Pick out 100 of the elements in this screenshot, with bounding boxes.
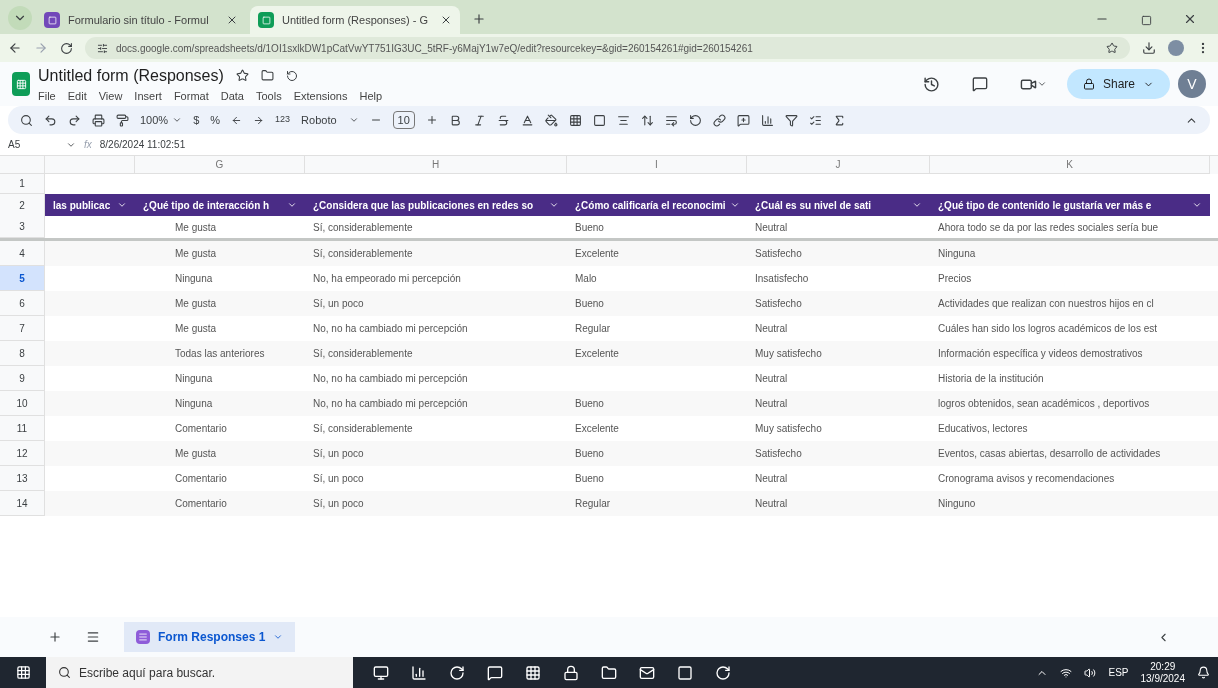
menu-item[interactable]: File [38, 87, 56, 105]
menu-item[interactable]: Tools [255, 87, 282, 105]
table-cell-text: Comentario [175, 497, 227, 511]
menu-item[interactable]: Insert [134, 87, 162, 105]
row-number[interactable]: 7 [19, 320, 25, 336]
table-cell-text: Educativos, lectores [938, 422, 1028, 436]
table-cell-text: Me gusta [175, 220, 217, 235]
table-cell-text: No, ha empeorado mi percepción [313, 272, 461, 286]
percent-format[interactable]: % [210, 111, 221, 129]
table-cell-text: Neutral [755, 220, 788, 235]
table-cell-text: Comentario [175, 422, 227, 436]
menu-item[interactable]: Edit [67, 87, 87, 105]
table-cell-text: No, no ha cambiado mi percepción [313, 322, 468, 336]
table-cell-text: Bueno [575, 297, 604, 311]
row-number[interactable]: 2 [19, 197, 25, 213]
header-cell[interactable]: ¿Cómo calificaría el reconocimi [567, 194, 747, 216]
table-cell-text: Bueno [575, 472, 604, 486]
table-cell-text: Todas las anteriores [175, 347, 265, 361]
header-cell[interactable]: ¿Considera que las publicaciones en redes so [305, 194, 567, 216]
row-number[interactable]: 3 [19, 219, 25, 234]
menu-item[interactable]: View [98, 87, 123, 105]
table-cell-text: Satisfecho [755, 447, 802, 461]
browser-tab[interactable]: Untitled form (Responses) - G [250, 6, 460, 34]
table-cell-text: Malo [575, 272, 597, 286]
row-number[interactable]: 1 [19, 176, 25, 191]
currency-format[interactable]: $ [193, 111, 200, 129]
table-cell-text: Historia de la institución [938, 372, 1044, 386]
table-cell-text: Comentario [175, 472, 227, 486]
table-cell-text: Muy satisfecho [755, 347, 822, 361]
table-cell-text: Ahora todo se da por las redes sociales sería bue [938, 220, 1159, 235]
column-header[interactable]: I [655, 157, 658, 172]
number-format[interactable]: 123 [275, 113, 291, 127]
row-number[interactable]: 9 [19, 370, 25, 386]
zoom-select[interactable]: 100% [140, 111, 183, 129]
column-header[interactable]: G [215, 157, 224, 172]
menu-item[interactable]: Data [220, 87, 244, 105]
table-cell-text: No, no ha cambiado mi percepción [313, 397, 468, 411]
table-cell-text: Sí, un poco [313, 472, 364, 486]
table-cell-text: Muy satisfecho [755, 422, 822, 436]
row-number[interactable]: 8 [19, 345, 25, 361]
row-number[interactable]: 14 [16, 495, 28, 511]
fx-label: fx [84, 138, 92, 152]
header-cell[interactable]: las publicac [45, 194, 135, 216]
browser-tab[interactable]: Formulario sin título - Formul [36, 6, 246, 34]
avatar[interactable]: V [1178, 70, 1206, 98]
table-cell-text: Me gusta [175, 297, 217, 311]
table-cell-text: Bueno [575, 397, 604, 411]
table-cell-text: Eventos, casas abiertas, desarrollo de actividades [938, 447, 1161, 461]
font-select[interactable]: Roboto [301, 111, 359, 129]
row-number[interactable]: 4 [19, 245, 25, 261]
row-number[interactable]: 13 [16, 470, 28, 486]
formula-value[interactable]: 8/26/2024 11:02:51 [99, 137, 186, 152]
table-cell-text: Satisfecho [755, 297, 802, 311]
table-cell-text: Excelente [575, 422, 619, 436]
tab-title: Formulario sin título - Formul [68, 12, 210, 28]
table-cell-text: Insatisfecho [755, 272, 809, 286]
column-header[interactable]: K [1066, 157, 1073, 172]
table-cell-text: Neutral [755, 397, 788, 411]
table-cell-text: Sí, un poco [313, 447, 364, 461]
table-cell-text: Me gusta [175, 322, 217, 336]
share-button[interactable]: Share [1066, 69, 1170, 99]
clock-time[interactable]: 20:29 [1150, 660, 1176, 673]
address-bar[interactable]: docs.google.com/spreadsheets/d/1OI1sxlkDW1pCatVwYT751IG3UC_5tRF-y6MajY1w7eQ/edit?resourcekey=&gid=260154261#gid=260154261 [85, 37, 1130, 59]
tab-title: Untitled form (Responses) - G [282, 12, 430, 28]
table-cell-text: Ninguna [175, 272, 213, 286]
table-cell-text: Regular [575, 322, 611, 336]
table-cell-text: Excelente [575, 247, 619, 261]
row-number[interactable]: 12 [16, 445, 28, 461]
table-cell-text: Excelente [575, 347, 619, 361]
table-cell-text: Ninguna [175, 397, 213, 411]
column-header[interactable]: J [835, 157, 841, 172]
taskbar-search-field[interactable]: Escribe aquí para buscar. [46, 657, 353, 688]
language-indicator[interactable]: ESP [1108, 665, 1129, 680]
table-cell-text: Ninguna [175, 372, 213, 386]
table-cell-text: Sí, un poco [313, 497, 364, 511]
header-cell[interactable]: ¿Cuál es su nivel de sati [747, 194, 930, 216]
clock-date[interactable]: 13/9/2024 [1140, 672, 1185, 685]
search-placeholder: Escribe aquí para buscar. [79, 664, 216, 682]
header-cell[interactable]: ¿Qué tipo de interacción h [135, 194, 305, 216]
table-cell-text: Actividades que realizan con nuestros hijos en cl [938, 297, 1154, 311]
row-number[interactable]: 5 [19, 270, 25, 286]
font-size-field[interactable]: 10 [392, 110, 415, 130]
row-number[interactable]: 6 [19, 295, 25, 311]
row-number[interactable]: 10 [16, 395, 28, 411]
table-cell-text: Sí, considerablemente [313, 347, 413, 361]
document-title[interactable]: Untitled form (Responses) [38, 63, 224, 88]
row-number[interactable]: 11 [16, 420, 28, 436]
menu-item[interactable]: Format [173, 87, 209, 105]
menu-item[interactable]: Help [359, 87, 383, 105]
header-cell[interactable]: ¿Qué tipo de contenido le gustaría ver más e [930, 194, 1210, 216]
table-cell-text: logros obtenidos, sean académicos , deportivos [938, 397, 1150, 411]
table-cell-text: Neutral [755, 322, 788, 336]
table-cell-text: Ninguno [938, 497, 976, 511]
table-cell-text: Precios [938, 272, 972, 286]
table-cell-text: Me gusta [175, 247, 217, 261]
name-box[interactable]: A5 [8, 137, 58, 152]
sheet-tab[interactable]: Form Responses 1 [124, 622, 296, 652]
menu-item[interactable]: Extensions [293, 87, 348, 105]
column-header[interactable]: H [431, 157, 440, 172]
table-cell-text: Sí, considerablemente [313, 220, 413, 235]
